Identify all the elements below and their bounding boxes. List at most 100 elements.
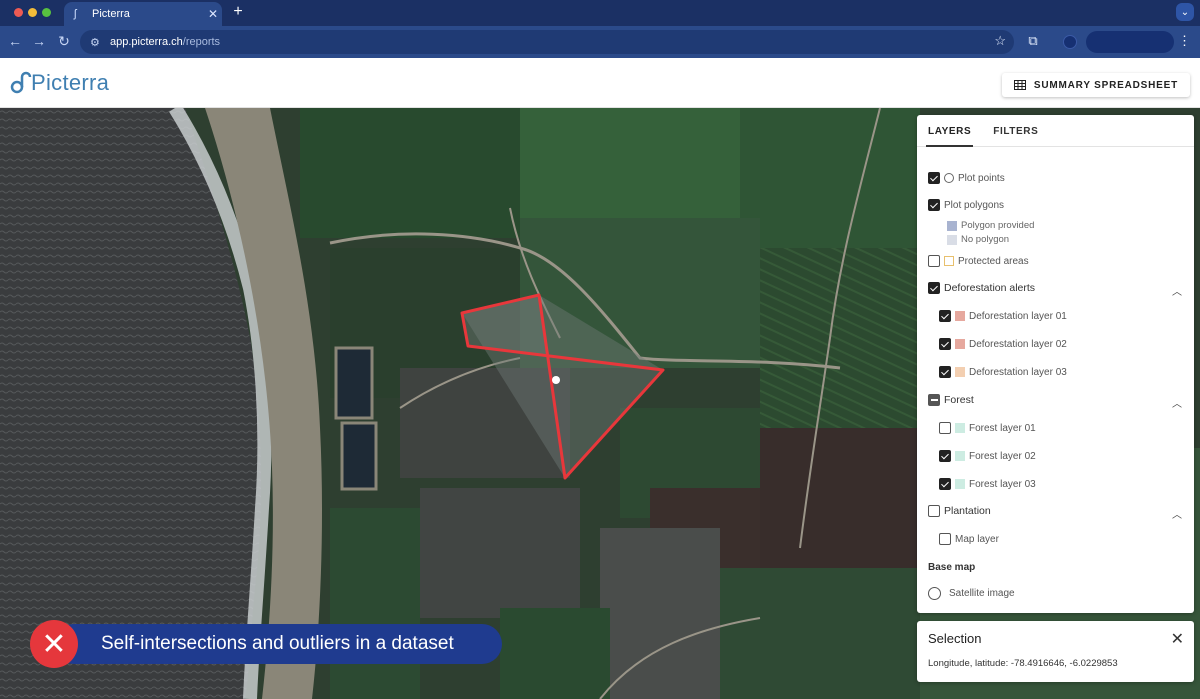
panel-tabs: LAYERS FILTERS bbox=[917, 115, 1194, 147]
forest-02-checkbox[interactable] bbox=[939, 450, 951, 462]
bookmark-star-icon[interactable]: ☆ bbox=[994, 33, 1006, 49]
layer-deforestation-02[interactable]: Deforestation layer 02 bbox=[939, 338, 1067, 350]
back-icon[interactable]: ← bbox=[6, 33, 24, 49]
window-close-button[interactable] bbox=[14, 8, 23, 17]
satellite-image-label: Satellite image bbox=[949, 588, 1015, 599]
base-map-title: Base map bbox=[928, 562, 976, 573]
plot-polygons-label: Plot polygons bbox=[944, 199, 1005, 211]
plantation-label: Plantation bbox=[944, 505, 991, 517]
layer-protected-areas[interactable]: Protected areas bbox=[928, 255, 1029, 267]
forest-01-swatch bbox=[955, 423, 965, 433]
deforestation-03-checkbox[interactable] bbox=[939, 366, 951, 378]
basemap-satellite[interactable]: Satellite image bbox=[928, 587, 1015, 600]
forest-collapse-icon[interactable]: ︿ bbox=[1172, 395, 1182, 410]
deforestation-01-swatch bbox=[955, 311, 965, 321]
window-maximize-button[interactable] bbox=[42, 8, 51, 17]
forest-03-label: Forest layer 03 bbox=[969, 478, 1036, 490]
legend-no-polygon: No polygon bbox=[947, 234, 1009, 245]
layer-plot-polygons[interactable]: Plot polygons bbox=[928, 199, 1004, 211]
tab-search-icon[interactable]: ⌄ bbox=[1176, 3, 1194, 21]
protected-areas-label: Protected areas bbox=[958, 255, 1029, 267]
no-polygon-swatch bbox=[947, 234, 957, 245]
plot-polygons-checkbox[interactable] bbox=[928, 199, 940, 211]
tab-close-icon[interactable]: ✕ bbox=[204, 7, 222, 21]
map-layer-label: Map layer bbox=[955, 533, 999, 545]
deforestation-03-swatch bbox=[955, 367, 965, 377]
group-forest[interactable]: Forest bbox=[928, 394, 974, 406]
deforestation-02-label: Deforestation layer 02 bbox=[969, 338, 1067, 350]
reload-icon[interactable]: ↻ bbox=[55, 33, 73, 50]
tab-title: Picterra bbox=[92, 8, 130, 20]
layer-plot-points[interactable]: Plot points bbox=[928, 172, 1005, 184]
favicon-icon: ʃ bbox=[74, 8, 77, 20]
deforestation-collapse-icon[interactable]: ︿ bbox=[1172, 283, 1182, 298]
logo-text: Picterra bbox=[31, 70, 110, 95]
picterra-logo[interactable]: Picterra bbox=[10, 70, 109, 96]
layers-panel: LAYERS FILTERS Plot points Plot polygons… bbox=[917, 115, 1194, 613]
polygon-provided-swatch bbox=[947, 220, 957, 231]
layer-map-layer[interactable]: Map layer bbox=[939, 533, 999, 545]
profile-avatar[interactable] bbox=[1063, 35, 1077, 49]
deforestation-02-checkbox[interactable] bbox=[939, 338, 951, 350]
plot-point-icon bbox=[944, 173, 954, 183]
protected-areas-swatch bbox=[944, 256, 954, 266]
polygon-provided-label: Polygon provided bbox=[961, 220, 1035, 231]
deforestation-01-checkbox[interactable] bbox=[939, 310, 951, 322]
plantation-collapse-icon[interactable]: ︿ bbox=[1172, 506, 1182, 521]
layer-forest-02[interactable]: Forest layer 02 bbox=[939, 450, 1036, 462]
group-deforestation-alerts[interactable]: Deforestation alerts bbox=[928, 282, 1035, 294]
banner-text: Self-intersections and outliers in a dat… bbox=[101, 633, 454, 654]
layer-deforestation-03[interactable]: Deforestation layer 03 bbox=[939, 366, 1067, 378]
app-header: Picterra SUMMARY SPREADSHEET bbox=[0, 58, 1200, 108]
address-bar[interactable]: ⚙ app.picterra.ch/reports ☆ bbox=[80, 30, 1014, 54]
layer-forest-03[interactable]: Forest layer 03 bbox=[939, 478, 1036, 490]
forest-03-swatch bbox=[955, 479, 965, 489]
deforestation-03-label: Deforestation layer 03 bbox=[969, 366, 1067, 378]
forest-checkbox[interactable] bbox=[928, 394, 940, 406]
error-banner: ✕ Self-intersections and outliers in a d… bbox=[30, 620, 502, 668]
map-layer-checkbox[interactable] bbox=[939, 533, 951, 545]
deforestation-02-swatch bbox=[955, 339, 965, 349]
forest-02-label: Forest layer 02 bbox=[969, 450, 1036, 462]
browser-menu-icon[interactable]: ⋮ bbox=[1178, 33, 1191, 49]
summary-spreadsheet-button[interactable]: SUMMARY SPREADSHEET bbox=[1001, 73, 1190, 97]
satellite-image-radio[interactable] bbox=[928, 587, 941, 600]
plot-points-label: Plot points bbox=[958, 172, 1005, 184]
extensions-icon[interactable]: ⧉ bbox=[1024, 33, 1042, 49]
summary-spreadsheet-label: SUMMARY SPREADSHEET bbox=[1033, 79, 1178, 91]
browser-tab-bar: ʃ Picterra ✕ + ⌄ bbox=[0, 0, 1200, 26]
forest-01-label: Forest layer 01 bbox=[969, 422, 1036, 434]
selection-panel: Selection ✕ Longitude, latitude: -78.491… bbox=[917, 621, 1194, 682]
forward-icon[interactable]: → bbox=[30, 33, 48, 49]
layer-deforestation-01[interactable]: Deforestation layer 01 bbox=[939, 310, 1067, 322]
forest-03-checkbox[interactable] bbox=[939, 478, 951, 490]
forest-01-checkbox[interactable] bbox=[939, 422, 951, 434]
tab-filters[interactable]: FILTERS bbox=[993, 115, 1038, 146]
no-polygon-label: No polygon bbox=[961, 234, 1010, 245]
spreadsheet-icon bbox=[1013, 80, 1026, 90]
protected-areas-checkbox[interactable] bbox=[928, 255, 940, 267]
browser-tab[interactable]: ʃ Picterra ✕ bbox=[64, 2, 222, 26]
forest-label: Forest bbox=[944, 394, 974, 406]
url-host: app.picterra.ch bbox=[110, 36, 183, 48]
deforestation-01-label: Deforestation layer 01 bbox=[969, 310, 1067, 322]
close-icon[interactable]: ✕ bbox=[1171, 629, 1184, 649]
site-settings-icon[interactable]: ⚙ bbox=[90, 36, 106, 49]
plantation-checkbox[interactable] bbox=[928, 505, 940, 517]
error-x-icon: ✕ bbox=[30, 620, 78, 668]
plot-points-checkbox[interactable] bbox=[928, 172, 940, 184]
layer-forest-01[interactable]: Forest layer 01 bbox=[939, 422, 1036, 434]
selected-plot-point[interactable] bbox=[552, 376, 560, 384]
account-pill[interactable] bbox=[1086, 31, 1174, 53]
new-tab-icon[interactable]: + bbox=[230, 3, 246, 21]
forest-02-swatch bbox=[955, 451, 965, 461]
browser-toolbar: ← → ↻ ⚙ app.picterra.ch/reports ☆ ⧉ ⋮ bbox=[0, 26, 1200, 58]
selection-coordinates: Longitude, latitude: -78.4916646, -6.022… bbox=[928, 658, 1118, 669]
group-plantation[interactable]: Plantation bbox=[928, 505, 991, 517]
tab-layers[interactable]: LAYERS bbox=[925, 115, 974, 147]
selection-title: Selection bbox=[928, 631, 982, 646]
legend-polygon-provided: Polygon provided bbox=[947, 220, 1034, 231]
url-path: /reports bbox=[182, 36, 221, 48]
deforestation-alerts-checkbox[interactable] bbox=[928, 282, 940, 294]
window-minimize-button[interactable] bbox=[28, 8, 37, 17]
